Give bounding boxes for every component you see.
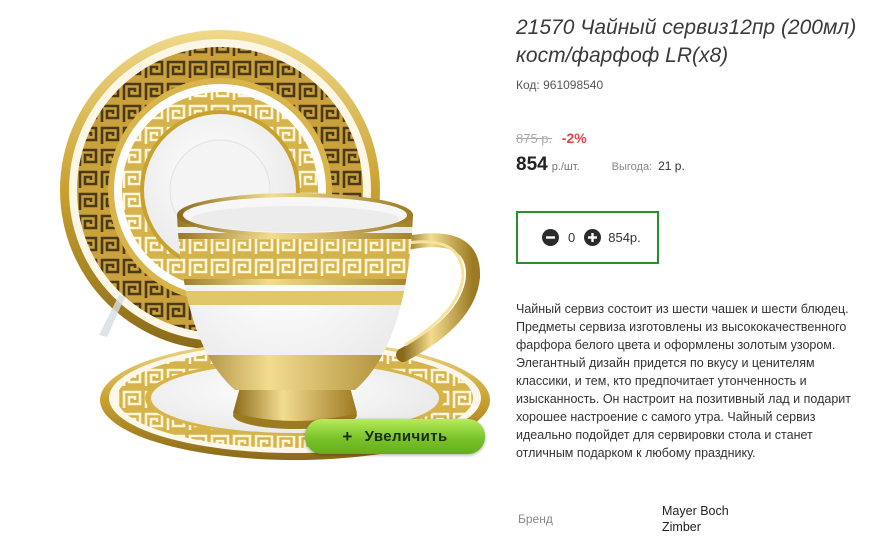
current-price: 854 — [516, 154, 548, 175]
quantity-stepper: 0 854р. — [516, 211, 659, 264]
product-image[interactable] — [55, 15, 495, 463]
price-unit: р./шт. — [551, 161, 580, 173]
zoom-plus-icon: + — [342, 426, 353, 446]
benefit-label: Выгода: — [611, 161, 653, 173]
brand-label: Бренд — [518, 512, 553, 526]
product-description: Чайный сервиз состоит из шести чашек и ш… — [516, 302, 851, 460]
quantity-total: 854р. — [608, 230, 641, 245]
zoom-button[interactable]: + Увеличить — [305, 419, 485, 454]
plus-circle-icon[interactable] — [584, 229, 602, 246]
old-price: 875 р. — [516, 131, 553, 146]
price-row: 854 р./шт. Выгода: 21 р. — [516, 154, 685, 176]
discount-badge: -2% — [561, 130, 587, 146]
zoom-button-label: Увеличить — [364, 428, 448, 445]
product-code-value: 961098540 — [543, 78, 604, 92]
benefit-value: 21 р. — [658, 159, 685, 173]
minus-circle-icon[interactable] — [542, 229, 559, 246]
product-title: 21570 Чайный сервиз12пр (200мл) кост/фар… — [516, 16, 857, 67]
quantity-value[interactable]: 0 — [568, 230, 575, 245]
old-price-row: 875 р. -2% — [516, 130, 587, 146]
product-code-label: Код: — [516, 78, 540, 92]
product-image-area: + Увеличить — [55, 15, 495, 463]
product-code: Код: 961098540 — [516, 78, 603, 92]
brand-value[interactable]: Mayer Boch Zimber — [662, 503, 752, 535]
